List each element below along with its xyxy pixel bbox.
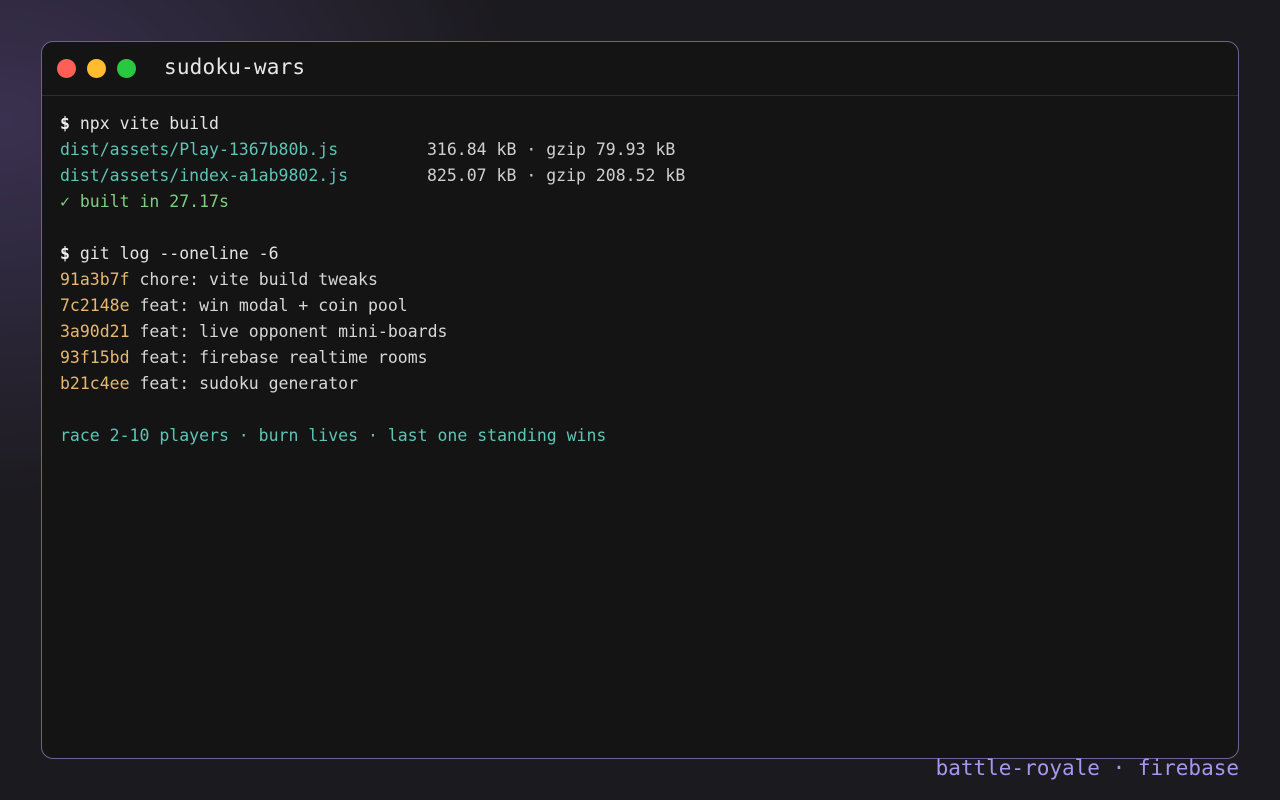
commit-hash: b21c4ee bbox=[60, 374, 130, 393]
terminal-output[interactable]: $ npx vite build dist/assets/Play-1367b8… bbox=[60, 111, 1220, 449]
command-text: git log --oneline -6 bbox=[79, 244, 279, 263]
commit-message: feat: live opponent mini-boards bbox=[139, 322, 448, 341]
commit-hash: 93f15bd bbox=[60, 348, 130, 367]
command-text: npx vite build bbox=[79, 114, 219, 133]
commit-message: feat: firebase realtime rooms bbox=[139, 348, 428, 367]
build-asset-row: dist/assets/Play-1367b80b.js 316.84 kB · … bbox=[60, 137, 1220, 163]
build-status: ✓ built in 27.17s bbox=[60, 192, 229, 211]
title-bar: sudoku-wars bbox=[42, 42, 1238, 96]
commit-row: b21c4ee feat: sudoku generator bbox=[60, 371, 1220, 397]
footer-caption: battle-royale · firebase bbox=[935, 756, 1239, 780]
asset-path: dist/assets/index-a1ab9802.js bbox=[60, 166, 349, 185]
commit-hash: 7c2148e bbox=[60, 296, 130, 315]
minimize-window-button[interactable] bbox=[87, 59, 106, 78]
build-asset-row: dist/assets/index-a1ab9802.js 825.07 kB ·… bbox=[60, 163, 1220, 189]
prompt-symbol: $ bbox=[60, 114, 70, 133]
commit-hash: 91a3b7f bbox=[60, 270, 130, 289]
asset-size: 825.07 kB · gzip 208.52 kB bbox=[427, 166, 686, 185]
commit-row: 91a3b7f chore: vite build tweaks bbox=[60, 267, 1220, 293]
prompt-symbol: $ bbox=[60, 244, 70, 263]
window-title: sudoku-wars bbox=[164, 55, 306, 79]
asset-size: 316.84 kB · gzip 79.93 kB bbox=[427, 140, 676, 159]
asset-path: dist/assets/Play-1367b80b.js bbox=[60, 140, 339, 159]
terminal-window: sudoku-wars $ npx vite build dist/assets… bbox=[41, 41, 1239, 759]
close-window-button[interactable] bbox=[57, 59, 76, 78]
commit-message: chore: vite build tweaks bbox=[139, 270, 378, 289]
commit-row: 93f15bd feat: firebase realtime rooms bbox=[60, 345, 1220, 371]
commit-message: feat: win modal + coin pool bbox=[139, 296, 408, 315]
commit-row: 7c2148e feat: win modal + coin pool bbox=[60, 293, 1220, 319]
command-line: $ git log --oneline -6 bbox=[60, 241, 1220, 267]
maximize-window-button[interactable] bbox=[117, 59, 136, 78]
commit-message: feat: sudoku generator bbox=[139, 374, 359, 393]
commit-hash: 3a90d21 bbox=[60, 322, 130, 341]
game-tagline: race 2-10 players · burn lives · last on… bbox=[60, 426, 607, 445]
command-line: $ npx vite build bbox=[60, 111, 1220, 137]
commit-row: 3a90d21 feat: live opponent mini-boards bbox=[60, 319, 1220, 345]
